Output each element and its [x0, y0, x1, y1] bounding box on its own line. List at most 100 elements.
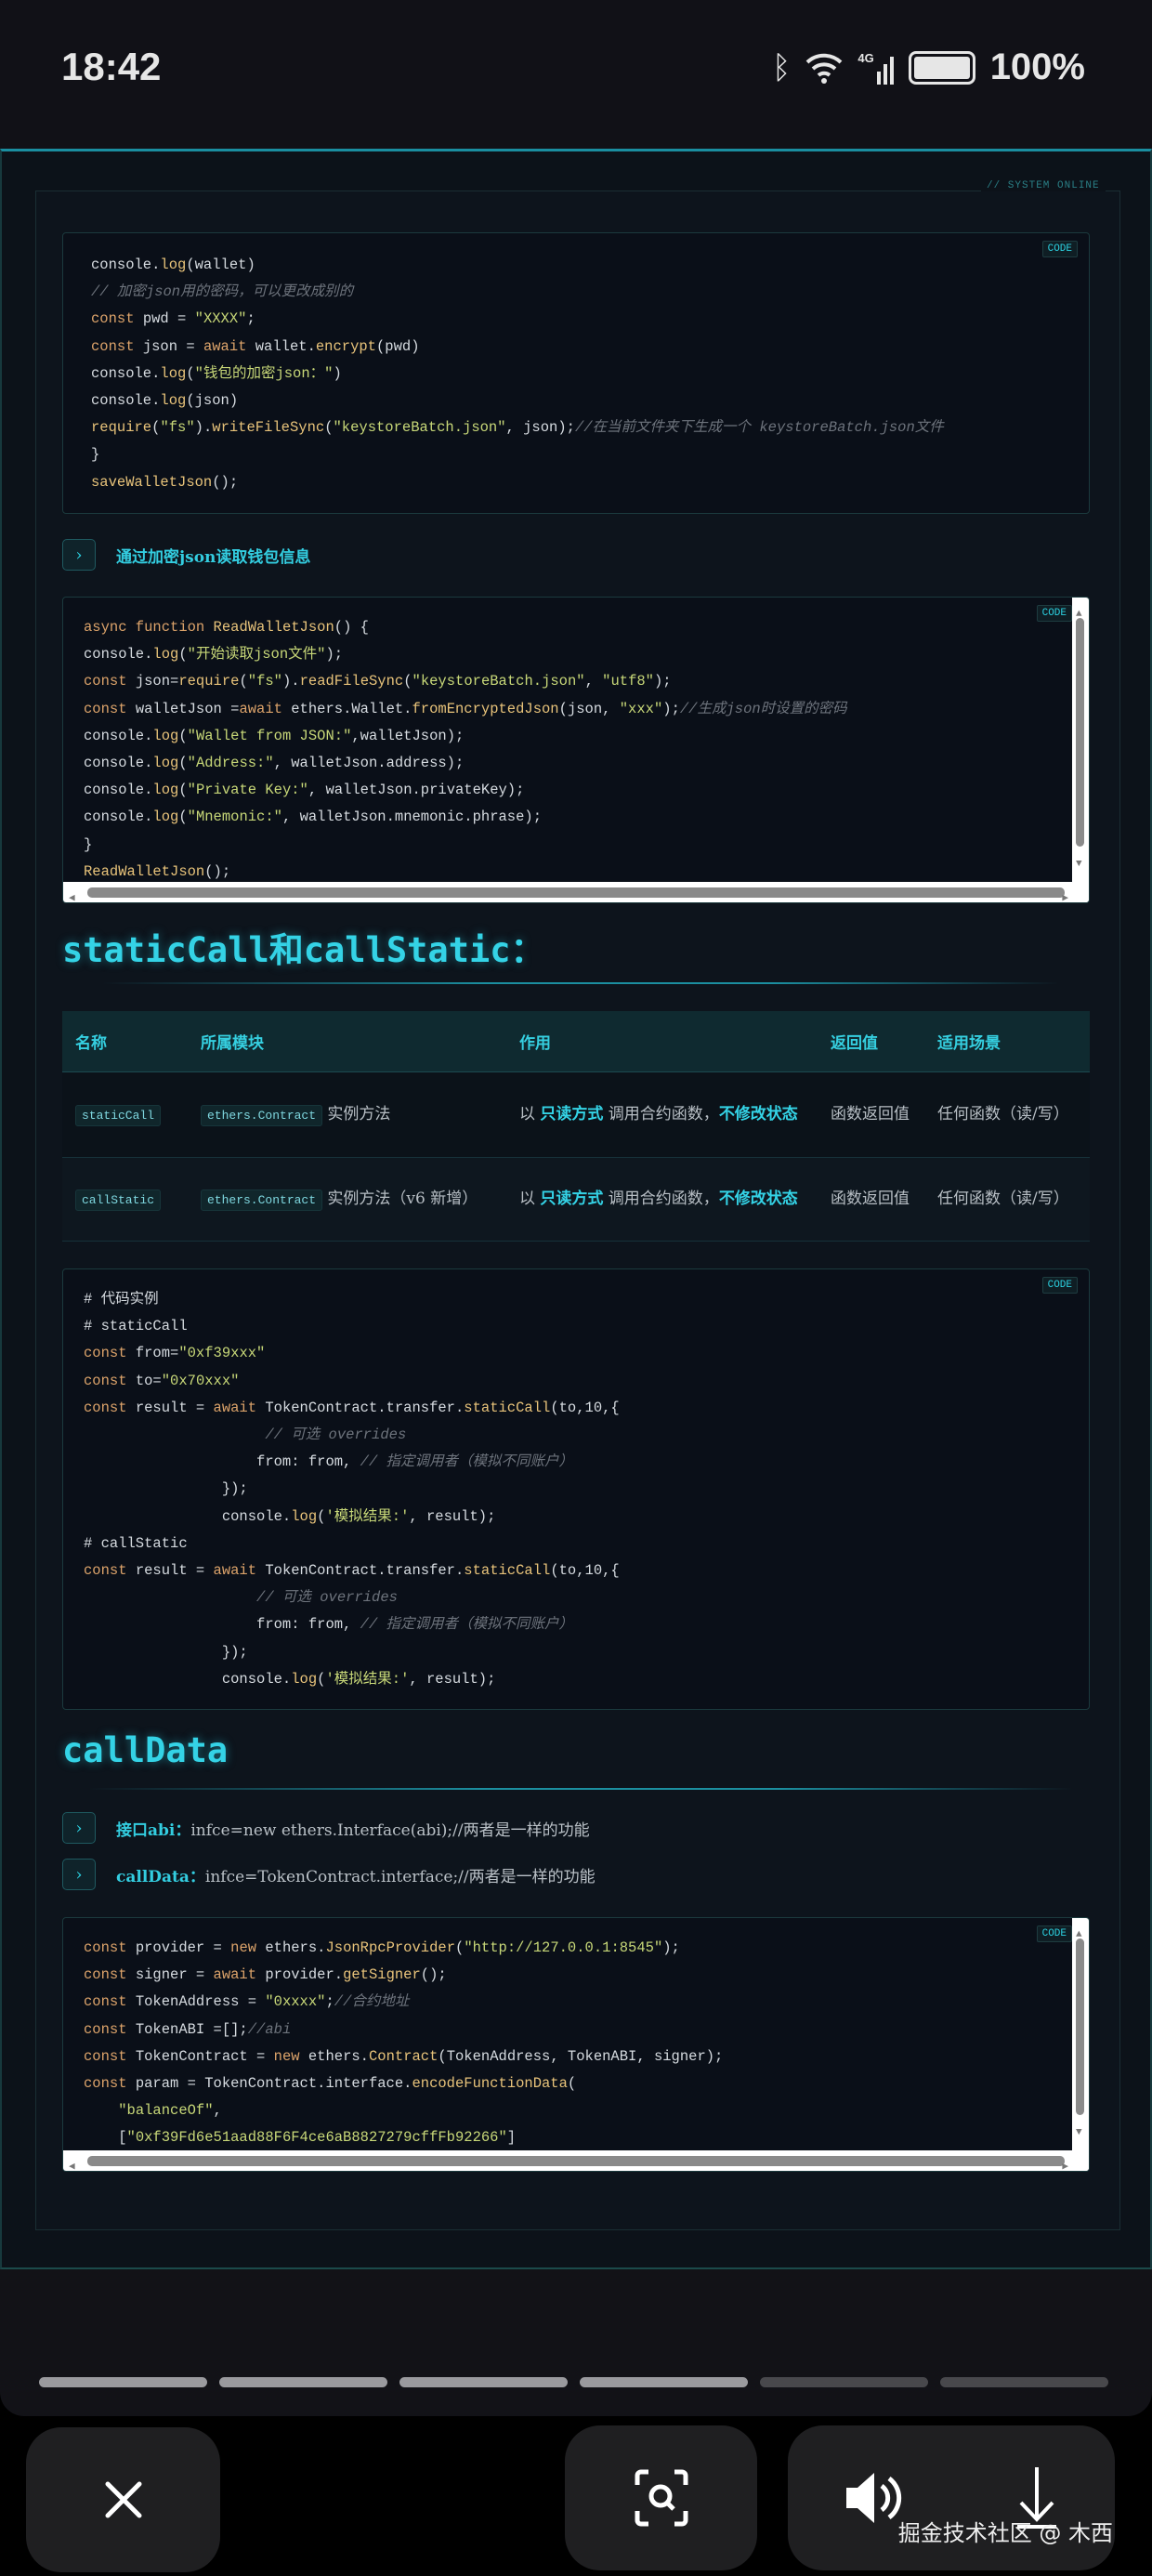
chevron-right-icon: ›	[62, 1812, 96, 1844]
code-line: const TokenAddress = "0xxxx";//合约地址	[84, 1989, 1068, 2016]
code-token: to=	[126, 1372, 162, 1389]
code-token: ();	[212, 473, 239, 491]
code-token: , json);	[505, 419, 575, 437]
code-token: "XXXX"	[194, 310, 247, 328]
code-token: staticCall	[464, 1562, 551, 1580]
method-name-tag: callStatic	[75, 1189, 162, 1211]
code-token: "http://127.0.0.1:8545"	[464, 1939, 663, 1956]
code-token: (	[178, 782, 188, 799]
code-line: console.log("钱包的加密json：")	[91, 361, 1068, 388]
chevron-right-icon: ›	[62, 1859, 96, 1890]
code-token: }	[84, 835, 93, 853]
code-token: (to,10,{	[550, 1399, 620, 1416]
code-line: console.log("开始读取json文件");	[84, 641, 1068, 668]
progress-segment	[940, 2377, 1108, 2387]
progress-area	[0, 2269, 1152, 2416]
scrollbar-thumb[interactable]	[1076, 618, 1084, 847]
code-token: from: from,	[84, 1453, 360, 1471]
bullet-text: infce=TokenContract.interface;//两者是一样的功能	[204, 1867, 596, 1886]
scrollbar-thumb[interactable]	[1076, 1939, 1084, 2115]
code-label-badge: CODE	[1036, 1925, 1072, 1942]
code-token: console.	[91, 364, 161, 382]
code-token: (pwd)	[376, 337, 420, 355]
chevron-right-icon: ›	[62, 539, 96, 571]
battery-percent: 100%	[989, 46, 1085, 87]
code-token: const	[84, 1939, 127, 1956]
scrollbar-thumb[interactable]	[87, 887, 1065, 898]
code-token: (	[178, 755, 188, 772]
code-token: , walletJson.privateKey);	[308, 782, 525, 799]
code-line: from: from, // 指定调用者（模拟不同账户）	[84, 1449, 1068, 1476]
code-token: });	[84, 1643, 248, 1661]
code-token: from: from,	[84, 1616, 360, 1634]
visual-search-button[interactable]	[565, 2425, 757, 2570]
code-token: log	[160, 364, 187, 382]
code-token: ;	[246, 310, 255, 328]
code-token: (TokenAddress, TokenABI, signer);	[438, 2047, 724, 2065]
code-line: console.log(wallet)	[91, 252, 1068, 279]
code-block: const provider = new ethers.JsonRpcProvi…	[62, 1917, 1090, 2172]
code-token: (	[178, 808, 188, 826]
code-token: console.	[84, 1507, 292, 1525]
horizontal-scrollbar[interactable]: ◀ ▶	[63, 882, 1089, 902]
code-token: result =	[126, 1399, 214, 1416]
code-token: result =	[126, 1562, 214, 1580]
code-token: log	[152, 808, 179, 826]
code-line: const to="0x70xxx"	[84, 1368, 1068, 1395]
clock: 18:42	[61, 45, 162, 88]
scrollbar-thumb[interactable]	[87, 2156, 1065, 2166]
code-token: "fs"	[247, 673, 282, 690]
code-token: ReadWalletJson	[84, 862, 205, 880]
code-line: // 可选 overrides	[84, 1422, 1068, 1449]
code-token: log	[152, 755, 179, 772]
code-token: (to,10,{	[550, 1562, 620, 1580]
code-token: ,	[584, 673, 603, 690]
bullet-item: › 接口abi：infce=new ethers.Interface(abi);/…	[62, 1812, 590, 1844]
code-label-badge: CODE	[1036, 605, 1072, 622]
table-header: 适用场景	[924, 1011, 1090, 1072]
code-token: ReadWalletJson	[213, 619, 334, 636]
code-token: wallet.	[246, 337, 316, 355]
table-row: callStatic ethers.Contract 实例方法（v6 新增） 以…	[62, 1157, 1090, 1242]
module-text: 实例方法（v6 新增）	[322, 1189, 478, 1208]
code-line: const result = await TokenContract.trans…	[84, 1395, 1068, 1422]
code-token: , walletJson.address);	[273, 755, 465, 772]
code-line: const json=require("fs").readFileSync("k…	[84, 668, 1068, 695]
code-token: # callStatic	[84, 1534, 188, 1552]
code-token: writeFileSync	[212, 419, 325, 437]
code-token: await	[213, 1399, 257, 1416]
code-token: provider.	[256, 1966, 344, 1984]
code-line: });	[84, 1639, 1068, 1666]
horizontal-scrollbar[interactable]: ◀ ▶	[63, 2150, 1089, 2171]
code-token: await	[203, 337, 247, 355]
code-token: //生成json时设置的密码	[679, 700, 847, 717]
code-token: await	[239, 700, 282, 717]
code-token: provider =	[126, 1939, 231, 1956]
code-line: // 加密json用的密码，可以更改成别的	[91, 279, 1068, 306]
bullet-item: › 通过加密json读取钱包信息	[62, 539, 310, 571]
code-token: require	[91, 419, 152, 437]
code-token: "xxx"	[619, 700, 663, 717]
code-line: console.log('模拟结果:', result);	[84, 1504, 1068, 1531]
code-line: const signer = await provider.getSigner(…	[84, 1962, 1068, 1989]
code-token: console.	[84, 755, 153, 772]
code-token: (	[567, 2075, 577, 2093]
table-row: staticCall ethers.Contract 实例方法 以 只读方式 调…	[62, 1071, 1090, 1158]
code-token: staticCall	[464, 1399, 551, 1416]
code-token: console.	[84, 727, 153, 744]
code-token: saveWalletJson	[91, 473, 213, 491]
code-token: JsonRpcProvider	[325, 1939, 455, 1956]
code-line: from: from, // 指定调用者（模拟不同账户）	[84, 1611, 1068, 1638]
code-token: new	[273, 2047, 300, 2065]
code-line: }	[84, 832, 1068, 859]
vertical-scrollbar[interactable]: ▲ ▼	[1072, 598, 1089, 902]
close-button[interactable]	[26, 2427, 220, 2572]
code-token: console.	[84, 646, 153, 664]
code-token: pwd =	[134, 310, 195, 328]
vertical-scrollbar[interactable]: ▲ ▼	[1072, 1918, 1089, 2171]
speaker-icon[interactable]	[843, 2469, 904, 2527]
code-token: "keystoreBatch.json"	[333, 419, 506, 437]
bullet-label: callData：	[116, 1867, 205, 1886]
code-block: console.log(wallet)// 加密json用的密码，可以更改成别的…	[62, 232, 1090, 514]
code-token: Contract	[368, 2047, 439, 2065]
